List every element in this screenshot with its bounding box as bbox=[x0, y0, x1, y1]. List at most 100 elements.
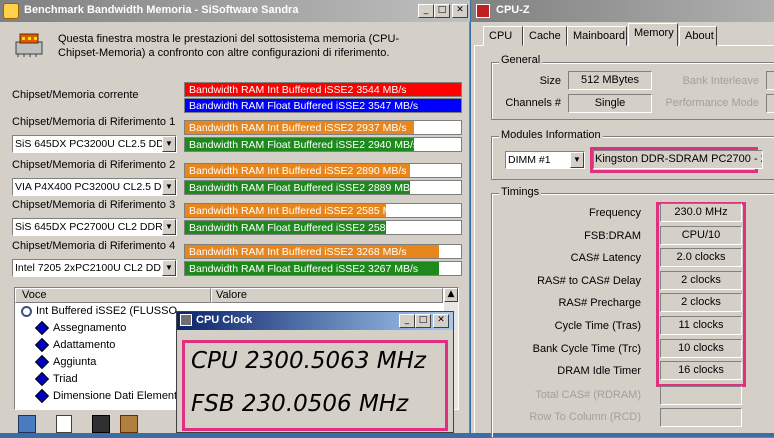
modules-title: Modules Information bbox=[499, 129, 603, 141]
tab-about[interactable]: About bbox=[679, 26, 717, 46]
tab-memory[interactable]: Memory bbox=[628, 23, 678, 46]
info-diamond-icon bbox=[34, 372, 50, 387]
column-header-valore[interactable]: Valore bbox=[211, 288, 443, 303]
tree-root-item[interactable]: Int Buffered iSSE2 (FLUSSO bbox=[21, 305, 177, 317]
timing-value: 2 clocks bbox=[660, 270, 742, 290]
chevron-down-icon[interactable]: ▼ bbox=[162, 260, 176, 276]
close-button[interactable]: ✕ bbox=[452, 4, 468, 18]
timing-label: DRAM Idle Timer bbox=[557, 365, 641, 378]
reference-label: Chipset/Memoria di Riferimento 2 bbox=[12, 159, 176, 171]
cpu-clock-title: CPU Clock bbox=[196, 314, 253, 326]
timing-label: CAS# Latency bbox=[570, 252, 641, 265]
maximize-button[interactable]: □ bbox=[434, 4, 450, 18]
timing-label: Bank Cycle Time (Trc) bbox=[532, 342, 641, 355]
timing-label: Frequency bbox=[589, 207, 641, 219]
bandwidth-bar: Bandwidth RAM Int Buffered iSSE2 2937 MB… bbox=[184, 120, 462, 135]
magnifier-icon bbox=[21, 305, 32, 317]
reference-select-value: VIA P4X400 PC3200U CL2.5 DI bbox=[15, 181, 165, 193]
reference-select[interactable]: Intel 7205 2xPC2100U CL2 DD ▼ bbox=[12, 259, 177, 277]
bank-interleave-value bbox=[766, 71, 774, 90]
close-button[interactable]: ✕ bbox=[433, 314, 449, 328]
minimize-button[interactable]: _ bbox=[418, 4, 434, 18]
timing-value: 230.0 MHz bbox=[660, 203, 742, 222]
timing-label: Cycle Time (Tras) bbox=[554, 320, 641, 332]
timing-value: 2 clocks bbox=[660, 293, 742, 313]
scroll-up-button[interactable]: ▲ bbox=[444, 288, 458, 302]
reference-select[interactable]: VIA P4X400 PC3200U CL2.5 DI ▼ bbox=[12, 178, 177, 196]
tab-cache[interactable]: Cache bbox=[523, 26, 567, 46]
timing-value-disabled bbox=[660, 408, 742, 427]
reference-select-value: Intel 7205 2xPC2100U CL2 DD bbox=[15, 262, 161, 274]
timing-label: RAS# Precharge bbox=[558, 297, 641, 310]
chevron-down-icon[interactable]: ▼ bbox=[162, 219, 176, 235]
timings-title: Timings bbox=[499, 186, 542, 198]
reference-select-value: SiS 645DX PC3200U CL2.5 DDI bbox=[15, 138, 167, 150]
floppy-save-icon[interactable] bbox=[92, 415, 110, 433]
bandwidth-bar-label: Bandwidth RAM Int Buffered iSSE2 3544 MB… bbox=[189, 84, 407, 96]
size-value: 512 MBytes bbox=[568, 71, 652, 90]
timing-value: 10 clocks bbox=[660, 338, 742, 358]
timing-value: 2.0 clocks bbox=[660, 248, 742, 268]
chevron-down-icon[interactable]: ▼ bbox=[162, 179, 176, 195]
tree-item[interactable]: Aggiunta bbox=[34, 355, 97, 370]
tab-cpu[interactable]: CPU bbox=[483, 26, 523, 46]
performance-mode-value bbox=[766, 94, 774, 113]
chevron-down-icon[interactable]: ▼ bbox=[570, 152, 584, 168]
reference-label: Chipset/Memoria di Riferimento 4 bbox=[12, 240, 176, 252]
column-header-valore-label: Valore bbox=[216, 289, 247, 301]
dimm-slot-select[interactable]: DIMM #1 ▼ bbox=[505, 151, 585, 169]
module-name: Kingston DDR-SDRAM PC2700 - 256 bbox=[593, 150, 763, 169]
cpu-clock-app-icon bbox=[180, 314, 192, 326]
bandwidth-bar: Bandwidth RAM Float Buffered iSSE2 2940 … bbox=[184, 137, 462, 152]
timing-label: FSB:DRAM bbox=[584, 229, 641, 242]
info-diamond-icon bbox=[34, 355, 50, 370]
info-diamond-icon bbox=[34, 389, 50, 404]
reference-label: Chipset/Memoria di Riferimento 3 bbox=[12, 199, 176, 211]
timing-value: 11 clocks bbox=[660, 316, 742, 335]
sandra-app-icon bbox=[3, 3, 19, 19]
tree-item-label: Dimensione Dati Elemento bbox=[53, 390, 184, 402]
column-header-voce[interactable]: Voce bbox=[15, 288, 211, 303]
bandwidth-bar: Bandwidth RAM Int Buffered iSSE2 2890 MB… bbox=[184, 163, 462, 178]
dimm-slot-value: DIMM #1 bbox=[508, 154, 551, 166]
timing-value: CPU/10 bbox=[660, 225, 742, 245]
bandwidth-bar: Bandwidth RAM Float Buffered iSSE2 3547 … bbox=[184, 98, 462, 113]
tree-item-label: Assegnamento bbox=[53, 322, 127, 334]
bandwidth-bar-label: Bandwidth RAM Int Buffered iSSE2 3268 MB… bbox=[189, 246, 407, 258]
tree-item[interactable]: Adattamento bbox=[34, 338, 116, 353]
tree-item-label: Aggiunta bbox=[53, 356, 97, 368]
tree-item[interactable]: Triad bbox=[34, 372, 78, 387]
bandwidth-bar-label: Bandwidth RAM Float Buffered iSSE2 2889 … bbox=[189, 182, 419, 194]
performance-mode-label: Performance Mode bbox=[665, 97, 759, 109]
reference-select[interactable]: SiS 645DX PC2700U CL2 DDR (▼ bbox=[12, 218, 177, 236]
cpu-frequency-readout: CPU 2300.5063 MHz bbox=[191, 348, 426, 374]
minimize-button[interactable]: _ bbox=[399, 314, 415, 328]
info-diamond-icon bbox=[34, 338, 50, 353]
cpuz-titlebar[interactable]: CPU-Z bbox=[471, 0, 774, 22]
bandwidth-bar: Bandwidth RAM Float Buffered iSSE2 2889 … bbox=[184, 180, 462, 195]
tab-mainboard[interactable]: Mainboard bbox=[567, 26, 627, 46]
bandwidth-bar-label: Bandwidth RAM Float Buffered iSSE2 3267 … bbox=[189, 263, 419, 275]
save-report-icon[interactable] bbox=[18, 415, 36, 433]
bandwidth-bar-label: Bandwidth RAM Int Buffered iSSE2 2585 MB… bbox=[189, 205, 407, 217]
chevron-down-icon[interactable]: ▼ bbox=[162, 136, 176, 152]
maximize-button[interactable]: □ bbox=[415, 314, 431, 328]
channels-label: Channels # bbox=[505, 97, 561, 109]
tree-item[interactable]: Dimensione Dati Elemento bbox=[34, 389, 184, 404]
tree-item[interactable]: Assegnamento bbox=[34, 321, 127, 336]
bandwidth-bar: Bandwidth RAM Float Buffered iSSE2 2580 … bbox=[184, 220, 462, 235]
copy-icon[interactable] bbox=[56, 415, 72, 433]
fsb-frequency-readout: FSB 230.0506 MHz bbox=[191, 391, 409, 417]
timing-label-disabled: Total CAS# (RDRAM) bbox=[535, 389, 641, 401]
tools-icon[interactable] bbox=[120, 415, 138, 433]
general-title: General bbox=[499, 54, 543, 66]
sandra-titlebar[interactable]: Benchmark Bandwidth Memoria - SiSoftware… bbox=[0, 0, 470, 22]
cpu-clock-titlebar[interactable]: CPU Clock _ □ ✕ bbox=[177, 312, 453, 330]
column-header-voce-label: Voce bbox=[22, 289, 47, 301]
tree-item-label: Triad bbox=[53, 373, 78, 385]
channels-value: Single bbox=[568, 94, 652, 113]
reference-label: Chipset/Memoria di Riferimento 1 bbox=[12, 116, 176, 128]
reference-select[interactable]: SiS 645DX PC3200U CL2.5 DDI ▼ bbox=[12, 135, 177, 153]
tree-item-label: Adattamento bbox=[53, 339, 116, 351]
cpuz-window: CPU-Z General Size 512 MBytes Bank Inter… bbox=[471, 0, 774, 438]
